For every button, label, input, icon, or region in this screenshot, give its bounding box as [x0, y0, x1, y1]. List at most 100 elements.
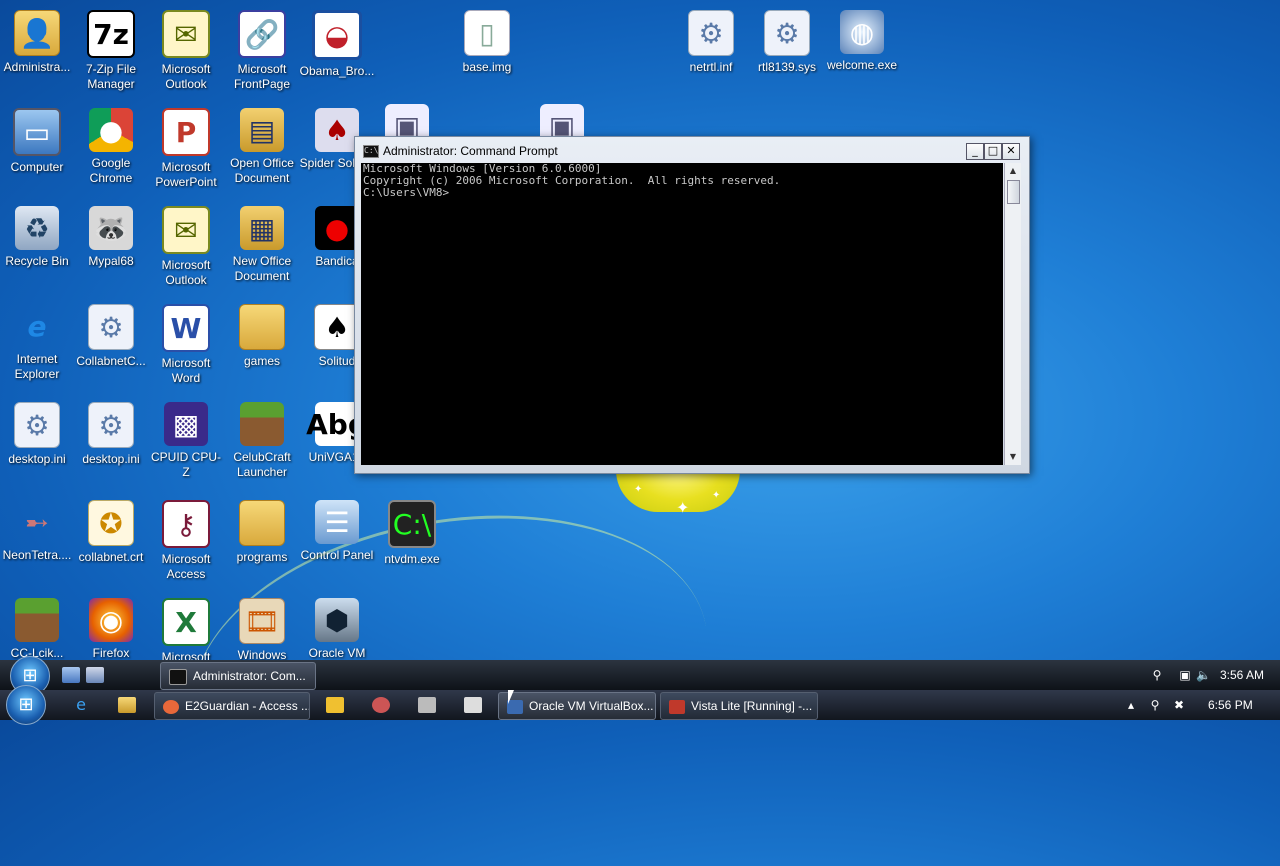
network-icon[interactable]: ⚲ [1150, 668, 1164, 682]
desktop-icon-welcome[interactable]: ◍ welcome.exe [824, 10, 900, 73]
show-desktop-icon[interactable] [62, 667, 80, 683]
file-icon: ▯ [464, 10, 510, 56]
desktop-icon-frontpage[interactable]: 🔗 Microsoft FrontPage [224, 10, 300, 92]
desktop-icon-netrtl[interactable]: ⚙ netrtl.inf [673, 10, 749, 75]
desktop-icon-new-office-doc[interactable]: ▦ New Office Document [224, 206, 300, 284]
desktop-icon-obama[interactable]: ◒ Obama_Bro... [299, 10, 375, 79]
guest-taskbar: ⊞ Administrator: Com... ⚲ ▣ 🔈 3:56 AM [0, 656, 1280, 696]
taskbar-item-command-prompt[interactable]: Administrator: Com... [160, 662, 316, 690]
icon-label: Recycle Bin [5, 254, 69, 268]
console-output[interactable]: Microsoft Windows [Version 6.0.6000] Cop… [361, 163, 1003, 465]
desktop-icon-access[interactable]: ⚷ Microsoft Access [148, 500, 224, 582]
desktop-icon-word[interactable]: W Microsoft Word [148, 304, 224, 386]
desktop-icon-virtualbox[interactable]: ⬢ Oracle VM [299, 598, 375, 661]
app-icon[interactable] [464, 697, 482, 713]
desktop-icon-7zip[interactable]: 7z 7-Zip File Manager [73, 10, 149, 92]
sparkle-icon: ✦ [712, 490, 721, 501]
desktop-icon-base-img[interactable]: ▯ base.img [449, 10, 525, 75]
internet-explorer-icon[interactable]: e [72, 697, 90, 713]
desktop-icon-movie-maker[interactable]: 🎞 Windows [224, 598, 300, 663]
cpuz-icon: ▩ [164, 402, 208, 446]
outlook-icon: ✉ [162, 206, 210, 254]
window-titlebar[interactable]: C:\ Administrator: Command Prompt _ □ ✕ [355, 137, 1029, 163]
desktop-icon-collabnet-crt[interactable]: ✪ collabnet.crt [73, 500, 149, 565]
frontpage-icon: 🔗 [238, 10, 286, 58]
icon-label: netrtl.inf [689, 60, 733, 74]
minimize-button[interactable]: _ [966, 143, 984, 160]
file-explorer-icon[interactable] [118, 697, 136, 713]
icon-label: Obama_Bro... [299, 64, 375, 78]
icon-label: NeonTetra.... [2, 548, 72, 562]
icon-label: Control Panel [300, 548, 374, 562]
desktop-icon-excel[interactable]: X Microsoft [148, 598, 224, 665]
app-icon[interactable] [418, 697, 436, 713]
desktop-icon-recycle-bin[interactable]: ♻ Recycle Bin [0, 206, 75, 269]
icon-label: rtl8139.sys [757, 60, 817, 74]
bandicam-icon: ● [315, 206, 359, 250]
host-start-button[interactable]: ⊞ [6, 685, 46, 725]
desktop-icon-cc-launcher[interactable]: CC-Lcik... [0, 598, 75, 661]
desktop-icon-programs[interactable]: programs [224, 500, 300, 565]
icon-label: CollabnetC... [76, 354, 146, 368]
volume-icon[interactable]: 🔈 [1196, 668, 1211, 682]
powerpoint-icon: P [162, 108, 210, 156]
icon-label: Microsoft Outlook [161, 258, 211, 287]
host-taskbar: ⊞ e E2Guardian - Access ... Oracle VM Vi… [0, 685, 1280, 725]
desktop-icon-desktop-ini-1[interactable]: ⚙ desktop.ini [0, 402, 75, 467]
icon-label: desktop.ini [8, 452, 66, 466]
desktop-icon-computer[interactable]: ▭ Computer [0, 108, 75, 175]
desktop-icon-games[interactable]: games [224, 304, 300, 369]
icon-label: collabnet.crt [78, 550, 144, 564]
icon-label: ntvdm.exe [384, 552, 440, 566]
user-folder-icon: 👤 [14, 10, 60, 56]
desktop-icon-control-panel[interactable]: ☰ Control Panel [299, 500, 375, 563]
desktop-icon-celubcraft[interactable]: CelubCraft Launcher [224, 402, 300, 480]
windows-logo-icon: ⊞ [18, 694, 34, 715]
desktop-icon-outlook-2[interactable]: ✉ Microsoft Outlook [148, 206, 224, 288]
settings-file-icon: ⚙ [14, 402, 60, 448]
ntvdm-icon: C:\ [388, 500, 436, 548]
obama-logo-icon: ◒ [312, 10, 362, 60]
desktop-icon-desktop-ini-2[interactable]: ⚙ desktop.ini [73, 402, 149, 467]
desktop-icon-internet-explorer[interactable]: e Internet Explorer [0, 304, 75, 382]
network-error-icon[interactable]: ✖ [1172, 698, 1186, 712]
guest-clock[interactable]: 3:56 AM [1220, 668, 1264, 682]
icon-label: games [243, 354, 281, 368]
host-clock[interactable]: 6:56 PM [1208, 698, 1253, 712]
certificate-icon: ✪ [88, 500, 134, 546]
desktop-icon-open-office[interactable]: ▤ Open Office Document [224, 108, 300, 186]
desktop-icon-powerpoint[interactable]: P Microsoft PowerPoint [148, 108, 224, 190]
show-hidden-icons-chevron-icon[interactable]: ▴ [1124, 698, 1138, 712]
app-icon[interactable] [372, 697, 390, 713]
mypal-icon: 🦝 [89, 206, 133, 250]
desktop-icon-collabnet[interactable]: ⚙ CollabnetC... [73, 304, 149, 369]
network-icon[interactable]: ⚲ [1148, 698, 1162, 712]
close-button[interactable]: ✕ [1002, 143, 1020, 160]
vertical-scrollbar[interactable]: ▲ ▼ [1004, 163, 1021, 465]
desktop-icon-cpuz[interactable]: ▩ CPUID CPU-Z [148, 402, 224, 480]
desktop-icon-chrome[interactable]: ● Google Chrome [73, 108, 149, 186]
office-document-icon: ▦ [240, 206, 284, 250]
switch-windows-icon[interactable] [86, 667, 104, 683]
command-prompt-window[interactable]: C:\ Administrator: Command Prompt _ □ ✕ … [354, 136, 1030, 474]
taskbar-item-virtualbox[interactable]: Oracle VM VirtualBox... [498, 692, 656, 720]
desktop-icon-rtl8139[interactable]: ⚙ rtl8139.sys [749, 10, 825, 75]
network-status-icon[interactable]: ▣ [1178, 668, 1192, 682]
maximize-button[interactable]: □ [984, 143, 1002, 160]
firefox-icon [163, 699, 179, 714]
desktop-icon-firefox[interactable]: ◉ Firefox [73, 598, 149, 661]
media-player-icon[interactable] [326, 697, 344, 713]
scroll-up-arrow-icon[interactable]: ▲ [1005, 163, 1021, 179]
scroll-down-arrow-icon[interactable]: ▼ [1005, 449, 1021, 465]
icon-label: Microsoft Access [161, 552, 211, 581]
desktop-icon-outlook[interactable]: ✉ Microsoft Outlook [148, 10, 224, 92]
desktop-icon-neontetra[interactable]: ➸ NeonTetra.... [0, 500, 75, 563]
desktop-icon-mypal[interactable]: 🦝 Mypal68 [73, 206, 149, 269]
icon-label: Microsoft FrontPage [233, 62, 291, 91]
scroll-thumb[interactable] [1007, 180, 1020, 204]
taskbar-item-e2guardian[interactable]: E2Guardian - Access ... [154, 692, 310, 720]
desktop-icon-ntvdm[interactable]: C:\ ntvdm.exe [374, 500, 450, 567]
taskbar-item-vista-lite[interactable]: Vista Lite [Running] -... [660, 692, 818, 720]
taskbar-item-label: Oracle VM VirtualBox... [529, 699, 654, 713]
desktop-icon-administrator[interactable]: 👤 Administra... [0, 10, 75, 75]
